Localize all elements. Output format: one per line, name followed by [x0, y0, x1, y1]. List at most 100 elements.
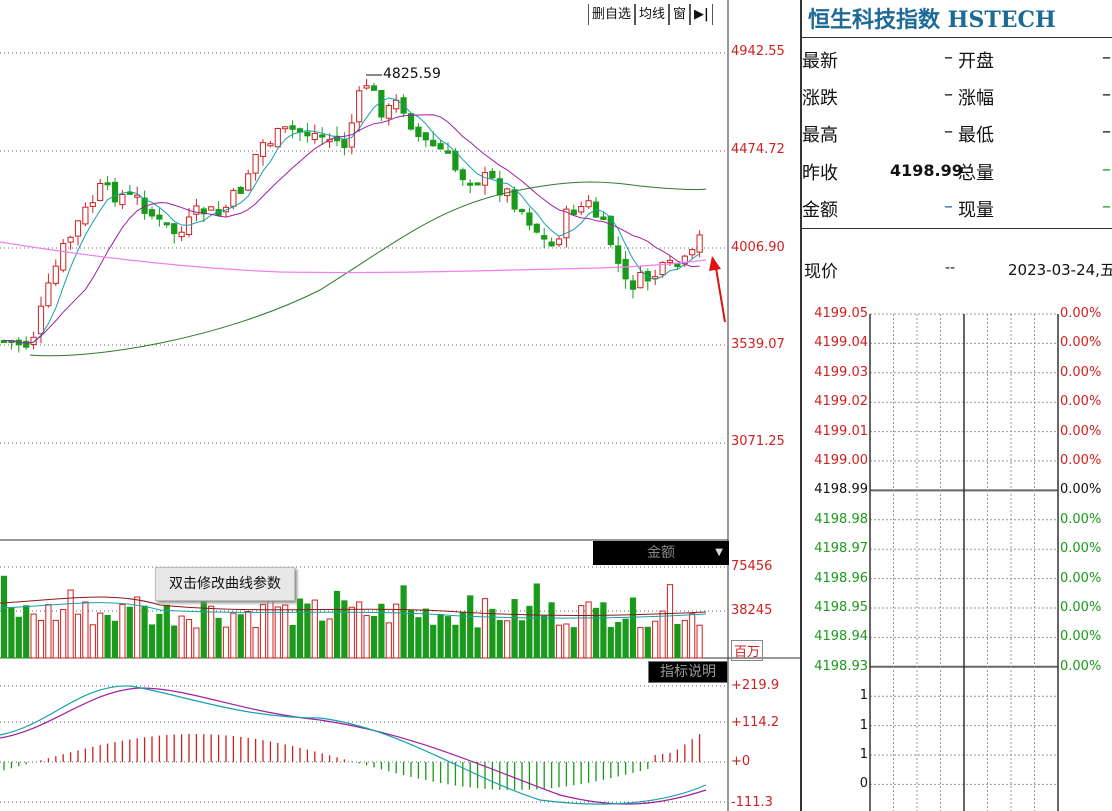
volume-bar [622, 618, 629, 659]
index-title: 恒生科技指数 HSTECH [808, 7, 1056, 33]
candle-body [474, 182, 481, 186]
intraday-pct-tick: 0.00% [1060, 658, 1102, 674]
volume-bar [393, 603, 400, 659]
intraday-pct-tick: 0.00% [1060, 394, 1102, 410]
volume-bar [296, 598, 304, 659]
volume-bar [563, 623, 570, 659]
candle-body [171, 223, 178, 235]
volume-unit-label: 百万 [731, 640, 764, 661]
volume-bar [437, 614, 444, 659]
delete-watchlist-button[interactable]: 删自选 [588, 4, 636, 25]
intraday-price-tick: 4198.98 [814, 511, 868, 527]
volume-bar [385, 622, 392, 659]
candle-body [104, 182, 111, 186]
indicator-selector[interactable]: 金额 ▼ [593, 541, 729, 565]
chart-toolbar: 删自选 均线 窗 ▶| [588, 4, 713, 25]
volume-bar [0, 575, 8, 659]
volume-bar [104, 614, 111, 659]
volume-bar [134, 596, 141, 659]
price-axis-tick: 3539.07 [731, 337, 785, 352]
intraday-price-tick: 4199.00 [814, 453, 868, 468]
volume-bar [282, 604, 289, 659]
price-axis-tick: 4942.55 [731, 44, 785, 59]
intraday-price-tick: 4198.93 [814, 658, 868, 674]
stock-chart-app: 删自选 均线 窗 ▶| 4942.55 4474.72 4006.90 3539… [0, 0, 1112, 811]
volume-bar [615, 622, 622, 659]
candle-body [555, 238, 563, 246]
candle-body [437, 143, 444, 150]
volume-bar [511, 599, 518, 659]
volume-bar [356, 601, 363, 659]
volume-bar [400, 585, 407, 659]
quote-row-prev-close: 昨收 4198.99 总量 – [802, 152, 1112, 188]
volume-bar [518, 620, 526, 659]
pin-right-icon[interactable]: ▶| [690, 4, 713, 25]
quote-value: – [944, 47, 953, 68]
candle-body [689, 249, 696, 256]
quote-value: – [944, 121, 953, 142]
quote-value: – [1102, 121, 1111, 142]
candle-body [252, 154, 259, 174]
volume-bar [156, 613, 163, 659]
candle-body [585, 200, 592, 208]
intraday-price-tick: 4199.03 [814, 364, 868, 380]
candle-body [245, 173, 252, 191]
candle-body [629, 280, 637, 290]
volume-bar [126, 606, 133, 659]
candle-body [289, 125, 296, 130]
candle-body [378, 89, 385, 118]
quote-value: – [944, 84, 953, 105]
volume-bar [89, 624, 96, 659]
volume-bar [8, 607, 15, 659]
candle-body [541, 235, 548, 240]
volume-bar [111, 620, 119, 659]
candle-body [526, 212, 533, 226]
intraday-price-tick: 4199.02 [814, 394, 868, 410]
intraday-pct-tick: 0.00% [1060, 423, 1102, 439]
volume-bar [504, 620, 511, 659]
candle-body [274, 127, 281, 148]
volume-bar [533, 583, 540, 659]
volume-bar [666, 584, 674, 659]
candle-body [407, 113, 415, 130]
intraday-pct-tick: 0.00% [1060, 570, 1102, 586]
intraday-price-tick: 4199.04 [814, 335, 868, 351]
volume-bar [222, 626, 230, 659]
window-button[interactable]: 窗 [669, 4, 691, 25]
quote-value: – [1102, 159, 1111, 180]
candle-body [52, 265, 59, 284]
volume-bar [245, 611, 252, 659]
volume-bar [208, 605, 215, 659]
volume-bar [637, 627, 644, 659]
volume-bar [652, 620, 659, 659]
volume-bar [171, 625, 178, 659]
moving-average-button[interactable]: 均线 [635, 4, 670, 25]
volume-bar [415, 617, 422, 659]
intraday-price-tick: 1 [859, 688, 868, 704]
candle-body [481, 172, 489, 186]
volume-bar [23, 605, 30, 659]
candle-body [422, 132, 429, 141]
candle-body [467, 182, 474, 186]
candle-body [82, 206, 89, 225]
quote-label: 最新 [802, 51, 838, 72]
volume-bar [333, 590, 341, 659]
candle-body [696, 234, 703, 253]
kline-chart-area[interactable] [0, 0, 800, 811]
intraday-price-tick: 4198.99 [814, 482, 868, 498]
candle-body [208, 206, 215, 211]
candle-body [23, 340, 30, 348]
indicator-help-button[interactable]: 指标说明 [648, 661, 728, 683]
macd-axis-tick: +0 [731, 754, 751, 769]
volume-bar [348, 606, 355, 659]
volume-bar [45, 604, 52, 659]
candle-body [578, 206, 585, 213]
candle-body [489, 170, 496, 179]
volume-bar [185, 618, 193, 659]
volume-bar [585, 601, 592, 659]
macd-axis-tick: +219.9 [731, 678, 780, 693]
candle-body [156, 214, 163, 220]
volume-bar [178, 615, 185, 659]
candle-body [267, 143, 274, 147]
candle-body [37, 305, 45, 335]
